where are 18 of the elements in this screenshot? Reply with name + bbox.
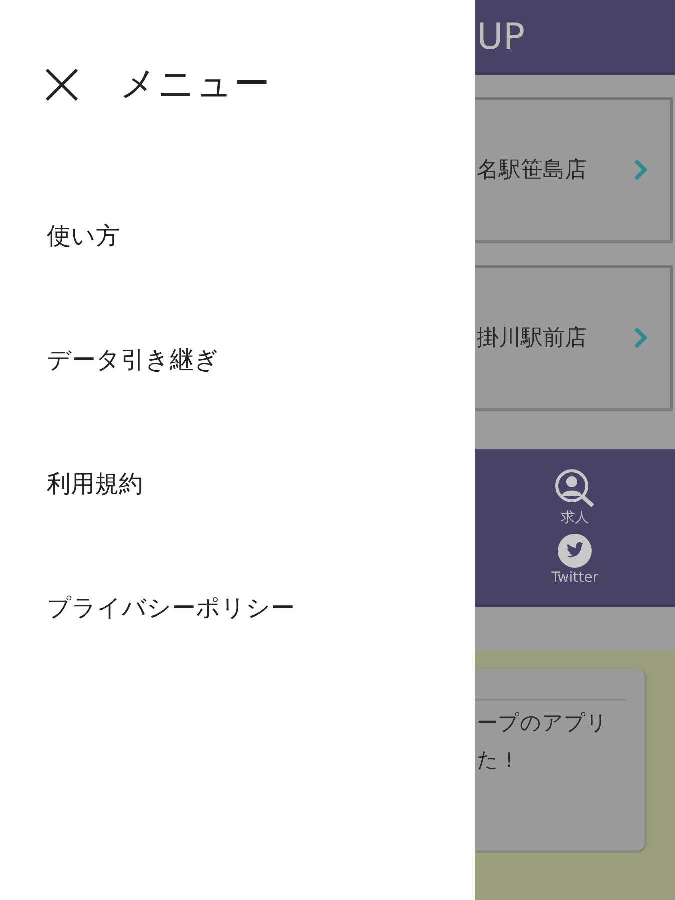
person-search-icon <box>554 468 596 509</box>
chevron-right-icon <box>634 159 648 181</box>
menu-item[interactable]: プライバシーポリシー <box>44 546 475 670</box>
menu-title: メニュー <box>120 63 271 107</box>
store-name: 掛川駅前店 <box>477 324 587 352</box>
menu-item[interactable]: データ引き継ぎ <box>44 298 475 422</box>
notice-text: ープのアプリ た！ <box>476 710 609 774</box>
nav-button[interactable]: Twitter <box>552 533 598 588</box>
bird-icon <box>556 533 593 569</box>
store-card[interactable]: 名駅笹島店 <box>475 97 673 243</box>
store-name: 名駅笹島店 <box>477 156 587 184</box>
close-icon[interactable] <box>44 67 80 103</box>
nav-button[interactable]: 求人 <box>554 468 596 527</box>
menu-item[interactable]: 利用規約 <box>44 422 475 546</box>
menu-item[interactable]: 使い方 <box>44 174 475 298</box>
chevron-right-icon <box>634 327 648 349</box>
header-title: UP <box>477 20 526 56</box>
store-card[interactable]: 掛川駅前店 <box>475 265 673 411</box>
